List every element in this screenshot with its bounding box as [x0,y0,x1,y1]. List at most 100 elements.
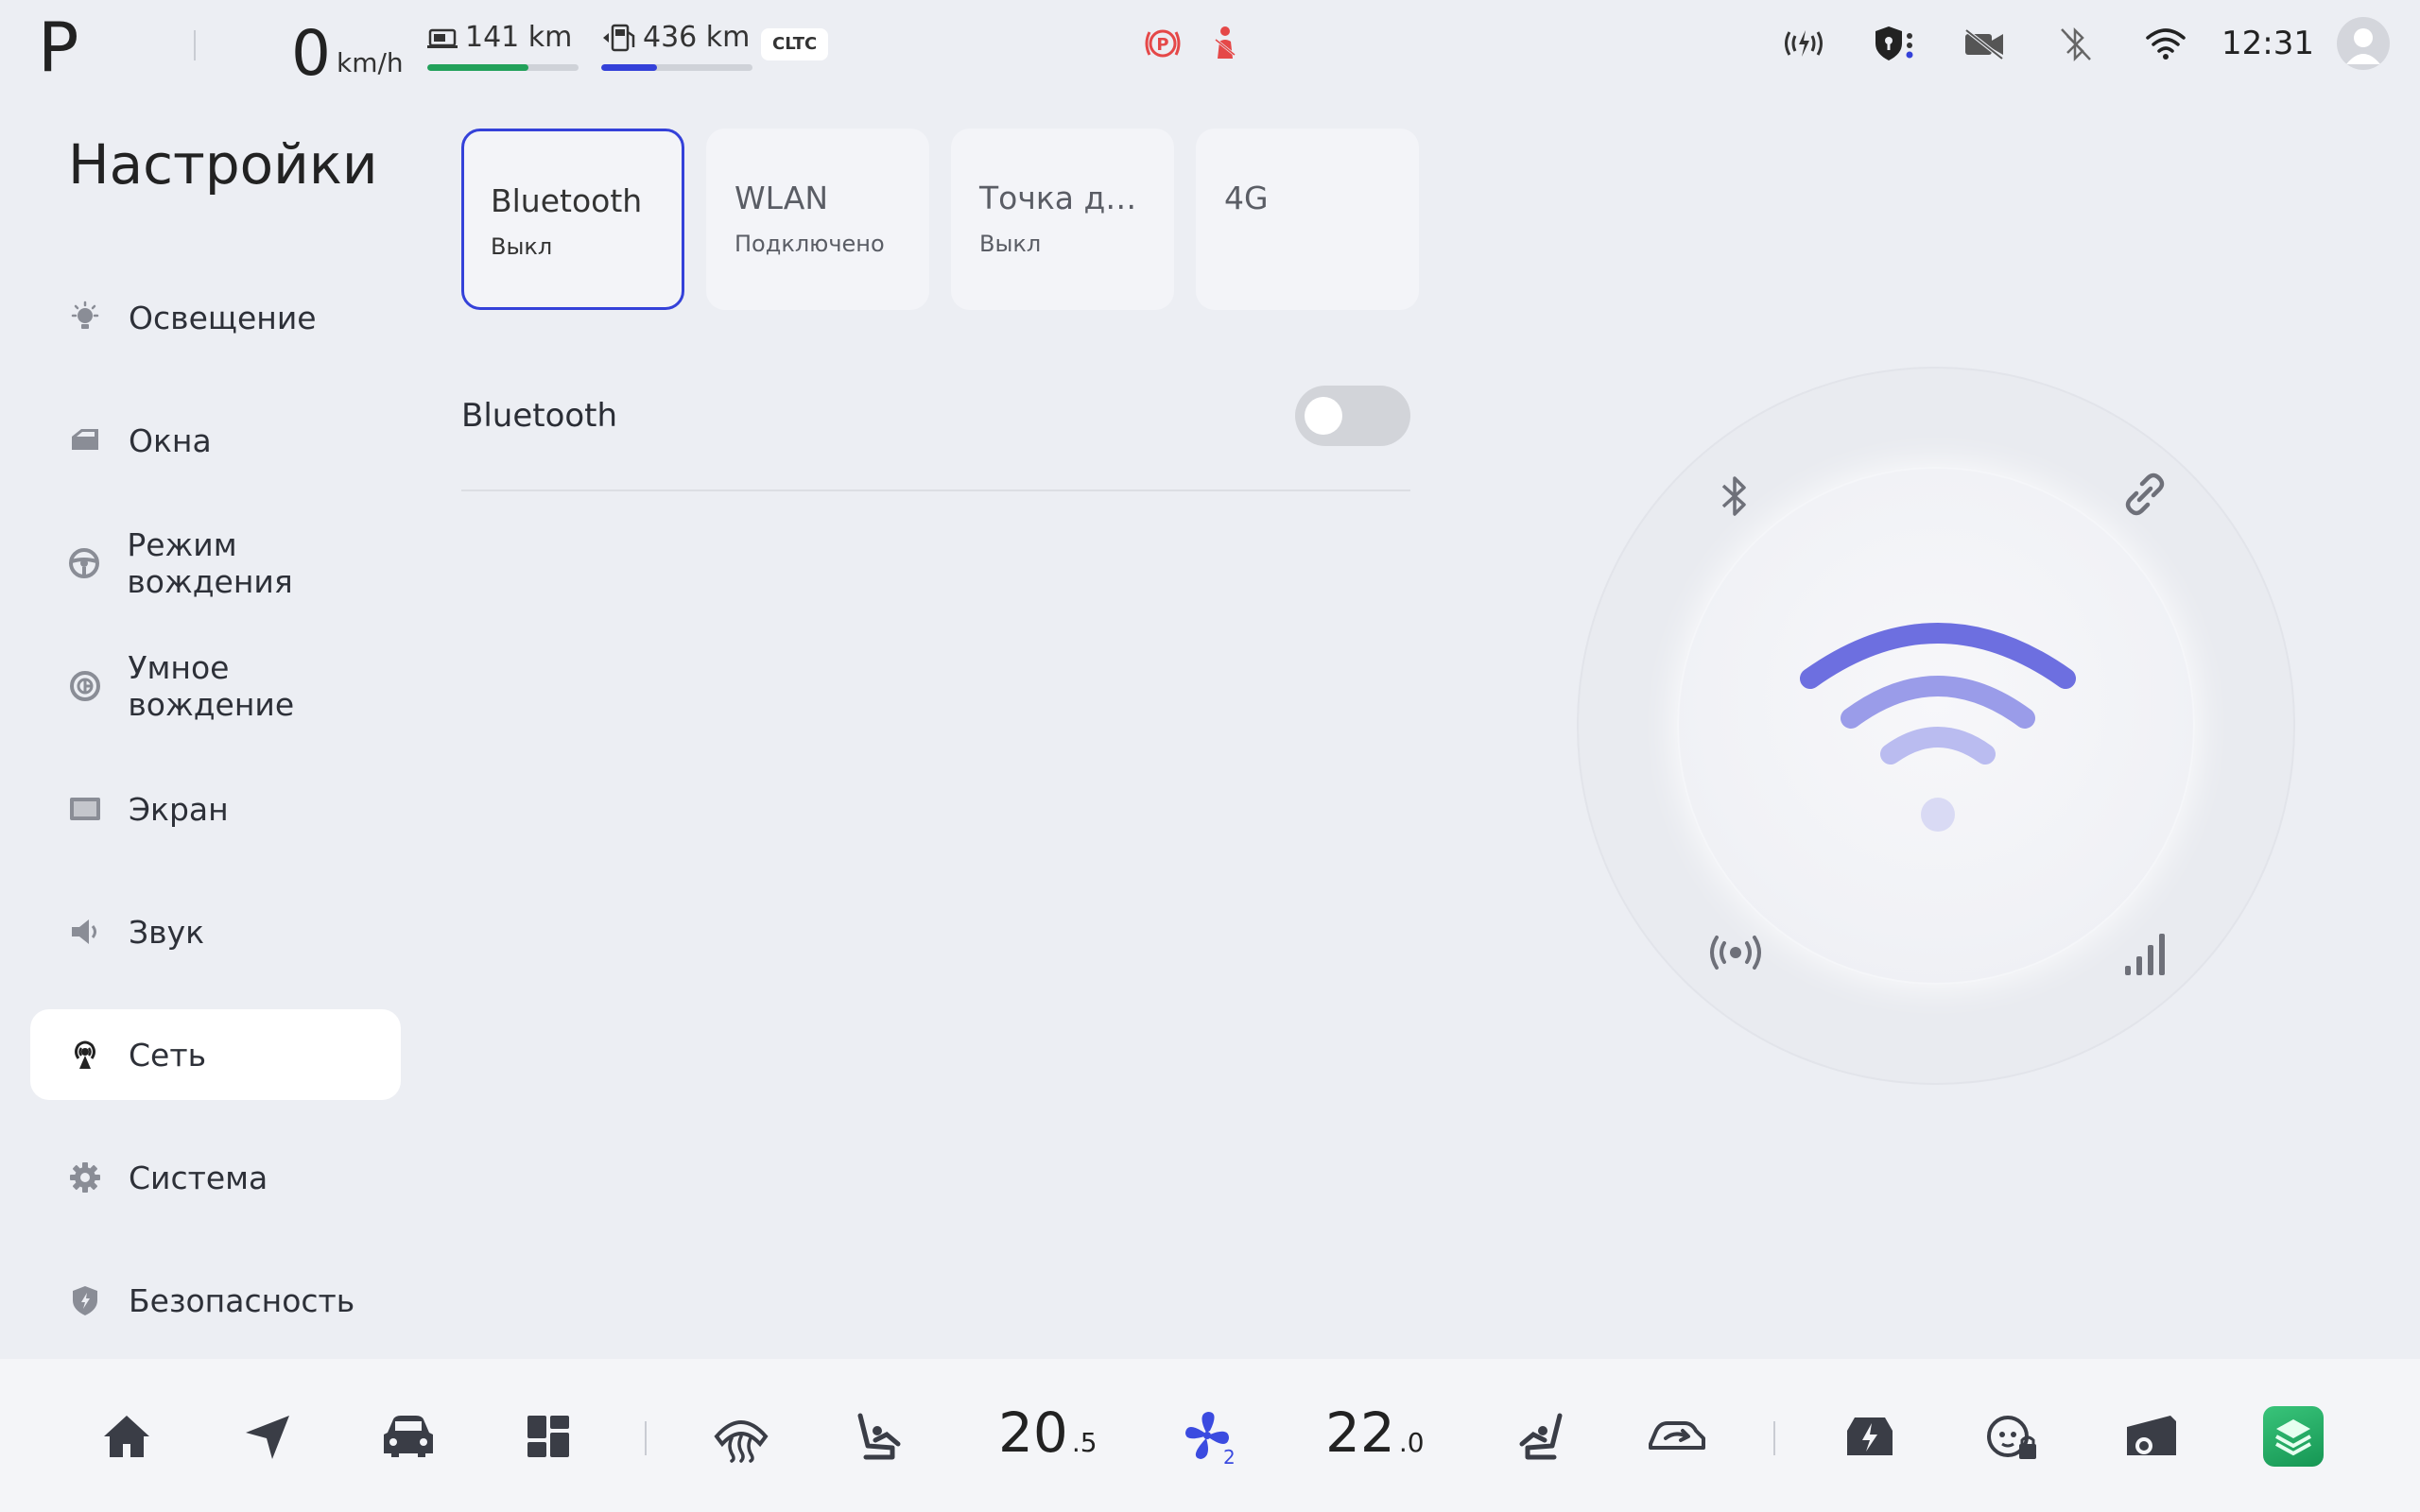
air-recirculation-button[interactable] [1649,1408,1705,1465]
cellular-signal-icon [2121,932,2170,977]
passenger-temp-value: 22 [1325,1400,1395,1465]
driver-seat-heat-button[interactable] [855,1408,911,1465]
bluetooth-setting-label: Bluetooth [461,397,618,435]
car-camera-icon [2123,1410,2180,1463]
charging-button[interactable] [1841,1408,1898,1465]
navigation-button[interactable] [240,1408,297,1465]
shield-icon [66,1281,104,1319]
car-icon [380,1410,437,1463]
driver-temperature[interactable]: 20.5 [998,1400,1098,1465]
apps-button[interactable] [520,1408,577,1465]
fuel-range: 436 km [643,21,751,54]
apps-grid-icon [522,1410,575,1463]
sidebar-item-lighting[interactable]: Освещение [30,272,401,363]
bluetooth-toggle[interactable] [1295,386,1410,446]
driver-temp-decimal: .5 [1071,1427,1098,1458]
sidebar-item-label: Умное вождение [128,649,295,723]
fan-level: 2 [1223,1446,1236,1469]
seatbelt-warning-icon [1206,25,1244,62]
tab-status: Выкл [979,231,1042,257]
sidebar-item-label: Безопасность [129,1281,355,1319]
battery-range-bar [427,64,579,71]
dashcam-button[interactable] [2123,1408,2180,1465]
link-icon [2119,469,2170,520]
sidebar-item-label: Окна [129,421,212,459]
sidebar-item-label: Сеть [129,1036,207,1074]
layers-icon [2273,1416,2314,1457]
tab-status: Подключено [735,231,885,257]
status-divider [194,30,196,60]
sidebar-item-system[interactable]: Система [30,1132,401,1223]
tab-title: Точка д… [979,180,1137,216]
home-icon [100,1410,153,1463]
fan-button[interactable]: 2 [1180,1408,1236,1469]
vehicle-button[interactable] [380,1408,437,1465]
clock-time: 12:31 [2221,25,2314,62]
fuel-range-bar [601,64,752,71]
tab-title: WLAN [735,180,829,216]
smart-driving-icon [66,667,103,705]
front-defrost-icon [713,1410,769,1463]
speed-unit: km/h [337,47,404,78]
row-divider [461,490,1410,491]
hotspot-icon [1705,930,1766,975]
screen-icon [66,790,104,828]
tab-bluetooth[interactable]: Bluetooth Выкл [461,129,684,310]
speaker-icon [66,913,104,951]
tab-title: 4G [1224,180,1269,216]
sidebar-item-sound[interactable]: Звук [30,886,401,977]
charging-signal-icon [1781,25,1826,62]
passenger-seat-heat-button[interactable] [1509,1408,1565,1465]
child-lock-button[interactable] [1983,1408,2040,1465]
gear-indicator: P [38,8,79,87]
fuel-icon [601,23,637,53]
passenger-temperature[interactable]: 22.0 [1325,1400,1425,1465]
gear-icon [66,1159,104,1196]
sidebar-item-smart-driving[interactable]: Умное вождение [30,641,401,731]
child-lock-icon [1983,1410,2040,1463]
toggle-knob [1305,397,1342,435]
page-title: Настройки [68,132,378,197]
sidebar-item-drive-mode[interactable]: Режим вождения [30,518,401,609]
camera-off-icon [1962,26,2006,62]
sidebar-item-label: Освещение [129,299,317,336]
sidebar-item-label: Система [129,1159,268,1196]
home-button[interactable] [98,1408,155,1465]
sidebar-item-label: Экран [129,790,229,828]
battery-icon [427,25,459,53]
layers-app-button[interactable] [2263,1406,2324,1467]
wifi-illustration-icon [1796,605,2080,841]
parking-brake-icon: P [1142,25,1184,62]
light-bulb-icon [66,299,104,336]
sidebar-item-network[interactable]: Сеть [30,1009,401,1100]
battery-range: 141 km [465,21,573,54]
seat-heat-icon [1509,1410,1565,1463]
svg-text:P: P [1156,35,1168,55]
sidebar-item-windows[interactable]: Окна [30,395,401,486]
tab-hotspot[interactable]: Точка д… Выкл [951,129,1174,310]
bluetooth-icon [1711,471,1758,522]
sidebar-item-screen[interactable]: Экран [30,764,401,854]
range-standard-badge: CLTC [761,28,829,60]
tab-4g[interactable]: 4G [1196,129,1419,310]
car-charging-icon [1841,1410,1898,1463]
tab-wlan[interactable]: WLAN Подключено [706,129,929,310]
user-avatar[interactable] [2337,17,2390,70]
steering-wheel-icon [66,544,102,582]
sidebar-item-label: Звук [129,913,205,951]
passenger-temp-decimal: .0 [1398,1427,1425,1458]
bluetooth-off-icon [2057,25,2095,64]
navigation-arrow-icon [242,1410,295,1463]
speed-value: 0 [291,17,331,90]
driver-temp-value: 20 [998,1400,1068,1465]
dock-divider [1773,1421,1775,1455]
window-icon [66,421,104,459]
front-defrost-button[interactable] [713,1408,769,1465]
tab-title: Bluetooth [491,182,643,219]
sidebar-item-security[interactable]: Безопасность [30,1255,401,1346]
security-shield-icon [1872,23,1913,64]
seat-heat-icon [855,1410,911,1463]
tab-status: Выкл [491,233,553,260]
dock-divider [645,1421,647,1455]
wifi-icon [2144,26,2187,62]
